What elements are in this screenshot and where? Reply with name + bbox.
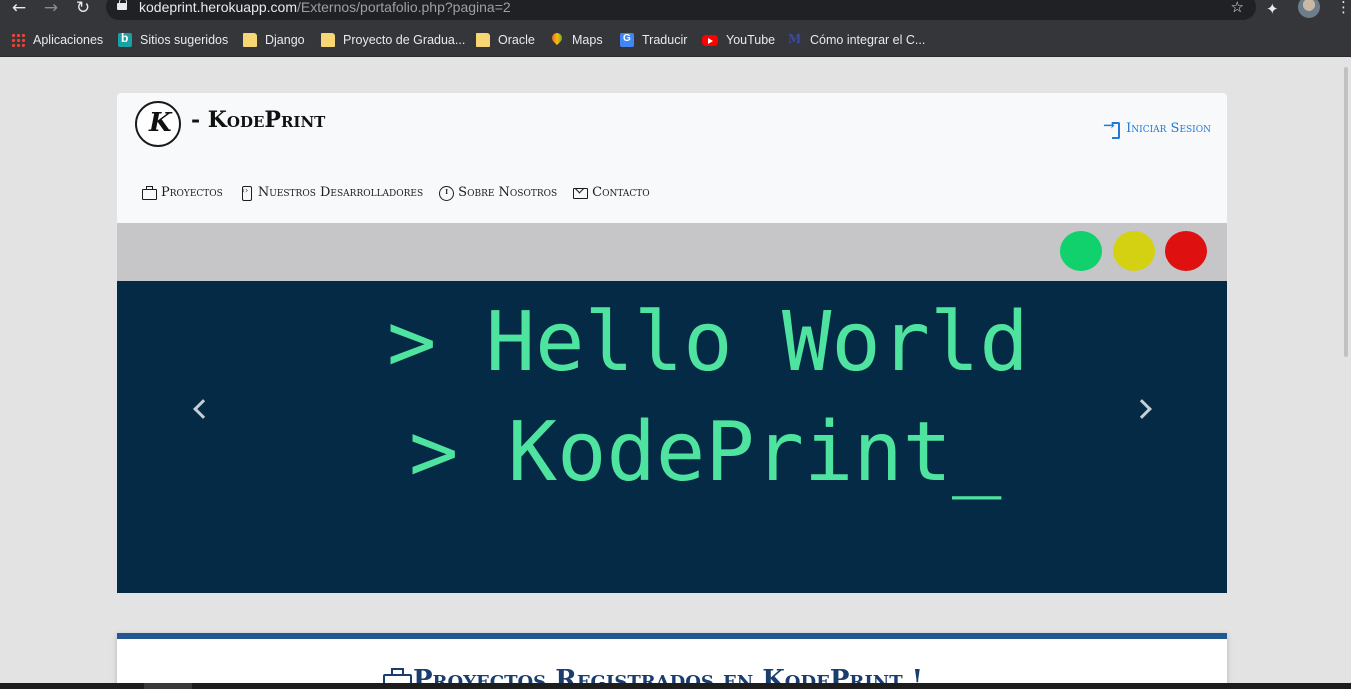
nav-item-proyectos[interactable]: Proyectos [142, 185, 223, 200]
bookmark-label: Proyecto de Gradua... [343, 33, 466, 47]
scrollbar-thumb[interactable] [1344, 67, 1348, 357]
green-dot-icon [1060, 231, 1102, 271]
logo-k-glyph: K [149, 108, 172, 138]
hero-line-kodeprint: > KodePrint_ [409, 405, 1002, 500]
kodeprint-logo[interactable]: K [135, 101, 181, 147]
bookmark-aplicaciones[interactable]: Aplicaciones [11, 31, 103, 49]
sign-in-icon [1103, 118, 1121, 139]
bookmark-label: Sitios sugeridos [140, 33, 229, 47]
translate-icon [620, 33, 634, 47]
bing-icon [118, 31, 132, 47]
bookmark-label: Maps [572, 33, 603, 47]
bookmark-label: Traducir [642, 33, 688, 47]
carousel-prev-icon[interactable] [187, 389, 217, 429]
browser-toolbar: ← → ↻ kodeprint.herokuapp.com/Externos/p… [0, 0, 1351, 21]
url-text[interactable]: kodeprint.herokuapp.com/Externos/portafo… [139, 0, 511, 15]
bookmark-proyecto-de-graduacion[interactable]: Proyecto de Gradua... [321, 31, 465, 49]
apps-grid-icon [11, 33, 25, 47]
forward-icon[interactable]: → [40, 0, 62, 18]
bookmark-label: Django [265, 33, 305, 47]
bookmark-sitios-sugeridos[interactable]: Sitios sugeridos [118, 31, 228, 49]
url-path: /Externos/portafolio.php?pagina=2 [297, 0, 511, 15]
hero-line-hello: > Hello World [387, 295, 1029, 390]
nav-label: Nuestros Desarrolladores [257, 185, 424, 200]
yellow-dot-icon [1113, 231, 1155, 271]
nav-label: Sobre Nosotros [458, 185, 558, 200]
url-host: kodeprint.herokuapp.com [139, 0, 297, 15]
horizontal-scrollbar[interactable] [0, 683, 1351, 689]
phone-code-icon [239, 186, 253, 201]
bookmark-como-integrar[interactable]: Cómo integrar el C... [788, 31, 925, 49]
m-site-icon [788, 32, 802, 47]
folder-icon [321, 33, 335, 47]
youtube-icon [702, 34, 718, 46]
bookmark-star-icon[interactable]: ☆ [1231, 0, 1244, 16]
browser-menu-icon[interactable]: ⋮ [1336, 0, 1351, 15]
carousel-next-icon[interactable] [1128, 389, 1158, 429]
bookmark-django[interactable]: Django [243, 31, 305, 49]
red-dot-icon [1165, 231, 1207, 271]
nav-label: Proyectos [161, 185, 223, 200]
bookmarks-bar: Aplicaciones Sitios sugeridos Django Pro… [0, 21, 1351, 57]
bookmark-label: Cómo integrar el C... [810, 33, 926, 47]
nav-item-contacto[interactable]: Contacto [573, 185, 650, 200]
brand-title[interactable]: - KodePrint [191, 107, 325, 133]
mail-icon [573, 186, 589, 199]
bookmark-label: YouTube [726, 33, 776, 47]
bookmark-youtube[interactable]: YouTube [702, 31, 775, 49]
nav-item-desarrolladores[interactable]: Nuestros Desarrolladores [239, 185, 424, 201]
reload-icon[interactable]: ↻ [72, 0, 94, 18]
folder-icon [243, 33, 257, 47]
bookmark-label: Oracle [498, 33, 535, 47]
main-nav: Proyectos Nuestros Desarrolladores Sobre… [142, 185, 650, 201]
bookmark-label: Aplicaciones [33, 33, 104, 47]
bookmark-maps[interactable]: Maps [550, 31, 603, 49]
site-header: K - KodePrint Iniciar Sesion Proyectos N… [117, 93, 1227, 223]
maps-icon [550, 33, 564, 47]
briefcase-icon [142, 186, 157, 200]
hero-carousel: > Hello World > KodePrint_ [117, 281, 1227, 593]
nav-label: Contacto [592, 185, 650, 200]
profile-avatar[interactable] [1298, 0, 1320, 18]
bookmark-traducir[interactable]: Traducir [620, 31, 687, 49]
nav-item-sobre-nosotros[interactable]: Sobre Nosotros [439, 185, 558, 201]
folder-icon [476, 33, 490, 47]
page-scrollbar[interactable] [1341, 57, 1351, 689]
projects-card: Proyectos Registrados en KodePrint ! [117, 633, 1227, 689]
bookmark-oracle[interactable]: Oracle [476, 31, 535, 49]
info-icon [439, 186, 455, 201]
terminal-titlebar [117, 223, 1227, 281]
login-link[interactable]: Iniciar Sesion [1103, 118, 1211, 139]
extensions-puzzle-icon[interactable]: ✦ [1266, 0, 1279, 18]
lock-icon [117, 0, 127, 11]
login-label: Iniciar Sesion [1126, 121, 1211, 136]
horizontal-scrollbar-thumb[interactable] [144, 683, 192, 689]
address-bar[interactable]: kodeprint.herokuapp.com/Externos/portafo… [106, 0, 1256, 20]
back-icon[interactable]: ← [8, 0, 30, 18]
